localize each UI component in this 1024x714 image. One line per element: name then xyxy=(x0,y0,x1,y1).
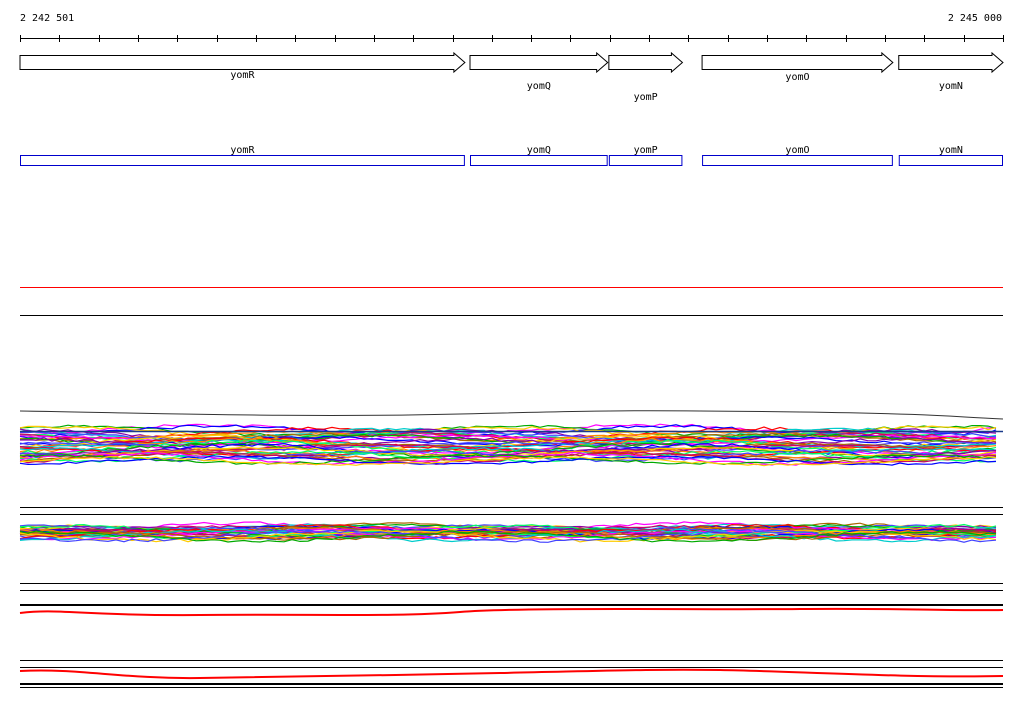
gene-arrow-yomP xyxy=(608,51,684,74)
gene-arrow-track: yomR yomQ yomP yomO yomN xyxy=(19,51,1004,103)
gene-label-yomO: yomO xyxy=(785,72,809,83)
gene-box-yomN xyxy=(898,155,1004,166)
gene-box-yomP xyxy=(608,155,683,166)
expression-envelope xyxy=(19,410,1004,420)
signal-tracks xyxy=(19,287,1004,688)
gene-arrow-yomO xyxy=(701,51,894,74)
gene-box-label-yomQ: yomQ xyxy=(527,145,551,156)
gene-box-yomO xyxy=(702,155,893,166)
gene-box-yomQ xyxy=(470,155,608,166)
coordinate-ruler xyxy=(20,35,1004,42)
gene-box-track: yomR yomQ yomP yomO yomN xyxy=(20,145,1004,166)
profile-red xyxy=(19,668,1004,680)
gene-label-yomR: yomR xyxy=(230,70,255,81)
gene-box-yomR xyxy=(20,155,465,166)
gene-arrow-yomN xyxy=(898,51,1004,74)
gene-label-yomQ: yomQ xyxy=(527,81,551,92)
gene-label-yomN: yomN xyxy=(939,81,963,92)
gene-label-yomP: yomP xyxy=(634,92,658,103)
profile-red xyxy=(19,607,1004,617)
genome-browser-view: 2 242 501 2 245 000 yomR yomQ yomP yomO yomN… xyxy=(0,0,1024,714)
gene-box-label-yomP: yomP xyxy=(634,145,658,156)
gene-box-label-yomO: yomO xyxy=(785,145,809,156)
gene-box-label-yomR: yomR xyxy=(230,145,255,156)
gene-arrow-yomQ xyxy=(469,51,609,74)
gene-box-label-yomN: yomN xyxy=(939,145,963,156)
